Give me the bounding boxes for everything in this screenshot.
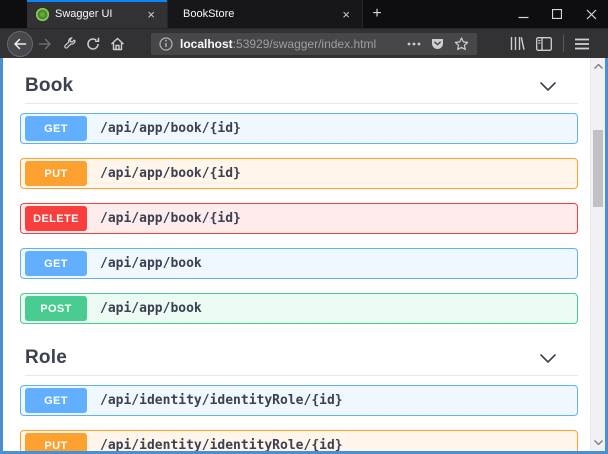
forward-button[interactable] xyxy=(33,32,57,56)
tab-close-icon[interactable]: × xyxy=(339,6,353,23)
pocket-icon[interactable] xyxy=(430,37,445,51)
method-badge: PUT xyxy=(25,433,87,451)
section-divider xyxy=(25,103,578,104)
titlebar: Swagger UI × BookStore × + xyxy=(0,0,608,28)
menu-hamburger-icon[interactable] xyxy=(575,38,589,50)
page-content: Book GET /api/app/book/{id} PUT /api/app… xyxy=(0,58,608,454)
titlebar-drag-area xyxy=(0,0,27,28)
tab-title: BookStore xyxy=(183,8,339,20)
operation-row[interactable]: GET /api/app/book/{id} xyxy=(20,113,578,144)
method-badge: POST xyxy=(25,296,87,321)
scroll-up-arrow-icon[interactable] xyxy=(591,59,605,74)
operation-row[interactable]: POST /api/app/book xyxy=(20,293,578,324)
swagger-operations: Book GET /api/app/book/{id} PUT /api/app… xyxy=(3,58,581,451)
new-tab-button[interactable]: + xyxy=(363,0,391,28)
library-icon[interactable] xyxy=(509,36,525,51)
swagger-favicon-icon xyxy=(36,8,49,21)
api-sections: Book GET /api/app/book/{id} PUT /api/app… xyxy=(20,75,578,451)
vertical-scrollbar[interactable] xyxy=(590,58,605,451)
operation-row[interactable]: PUT /api/app/book/{id} xyxy=(20,158,578,189)
window-maximize-button[interactable] xyxy=(540,0,574,28)
window-minimize-button[interactable] xyxy=(506,0,540,28)
operation-path: /api/identity/identityRole/{id} xyxy=(100,393,343,408)
site-info-icon[interactable] xyxy=(159,37,173,51)
method-badge: DELETE xyxy=(25,206,87,231)
scrollbar-thumb[interactable] xyxy=(593,130,603,207)
wrench-icon[interactable] xyxy=(57,32,81,56)
url-host: localhost xyxy=(180,37,233,51)
operation-path: /api/app/book xyxy=(100,256,202,271)
urlbar-actions xyxy=(407,37,469,51)
scroll-down-arrow-icon[interactable] xyxy=(591,435,605,450)
tab-close-icon[interactable]: × xyxy=(144,6,158,23)
tab-title: Swagger UI xyxy=(55,8,144,20)
section-header[interactable]: Role xyxy=(20,347,578,369)
operation-path: /api/app/book/{id} xyxy=(100,211,241,226)
chevron-down-icon[interactable] xyxy=(540,82,556,91)
api-section: Role GET /api/identity/identityRole/{id}… xyxy=(20,347,578,451)
method-badge: GET xyxy=(25,251,87,276)
bookmark-star-icon[interactable] xyxy=(454,37,469,51)
operation-row[interactable]: GET /api/identity/identityRole/{id} xyxy=(20,385,578,416)
window-close-button[interactable] xyxy=(574,0,608,28)
toolbar-right xyxy=(509,35,589,52)
operation-row[interactable]: DELETE /api/app/book/{id} xyxy=(20,203,578,234)
operation-path: /api/app/book xyxy=(100,301,202,316)
operation-list: GET /api/app/book/{id} PUT /api/app/book… xyxy=(20,113,578,324)
home-button[interactable] xyxy=(105,32,129,56)
operation-path: /api/identity/identityRole/{id} xyxy=(100,438,343,451)
operation-path: /api/app/book/{id} xyxy=(100,166,241,181)
section-title: Book xyxy=(25,75,73,97)
api-section: Book GET /api/app/book/{id} PUT /api/app… xyxy=(20,75,578,324)
tab-bookstore[interactable]: BookStore × xyxy=(168,0,363,28)
titlebar-drag-area xyxy=(391,0,506,28)
section-divider xyxy=(25,375,578,376)
reload-button[interactable] xyxy=(81,32,105,56)
operation-path: /api/app/book/{id} xyxy=(100,121,241,136)
chevron-down-icon[interactable] xyxy=(540,354,556,363)
toolbar-separator xyxy=(563,35,564,52)
section-title: Role xyxy=(25,347,67,369)
method-badge: PUT xyxy=(25,161,87,186)
method-badge: GET xyxy=(25,116,87,141)
method-badge: GET xyxy=(25,388,87,413)
operation-row[interactable]: GET /api/app/book xyxy=(20,248,578,279)
url-text: localhost:53929/swagger/index.html xyxy=(180,37,401,51)
url-path: :53929/swagger/index.html xyxy=(233,37,376,51)
page-actions-icon[interactable] xyxy=(407,42,421,46)
browser-window: Swagger UI × BookStore × + xyxy=(0,0,608,454)
operation-row[interactable]: PUT /api/identity/identityRole/{id} xyxy=(20,430,578,451)
tab-swagger-ui[interactable]: Swagger UI × xyxy=(27,0,168,28)
section-header[interactable]: Book xyxy=(20,75,578,97)
sidebar-toggle-icon[interactable] xyxy=(536,37,552,51)
operation-list: GET /api/identity/identityRole/{id} PUT … xyxy=(20,385,578,451)
back-button[interactable] xyxy=(7,31,33,57)
url-bar[interactable]: localhost:53929/swagger/index.html xyxy=(151,33,477,55)
navigation-toolbar: localhost:53929/swagger/index.html xyxy=(0,28,608,58)
